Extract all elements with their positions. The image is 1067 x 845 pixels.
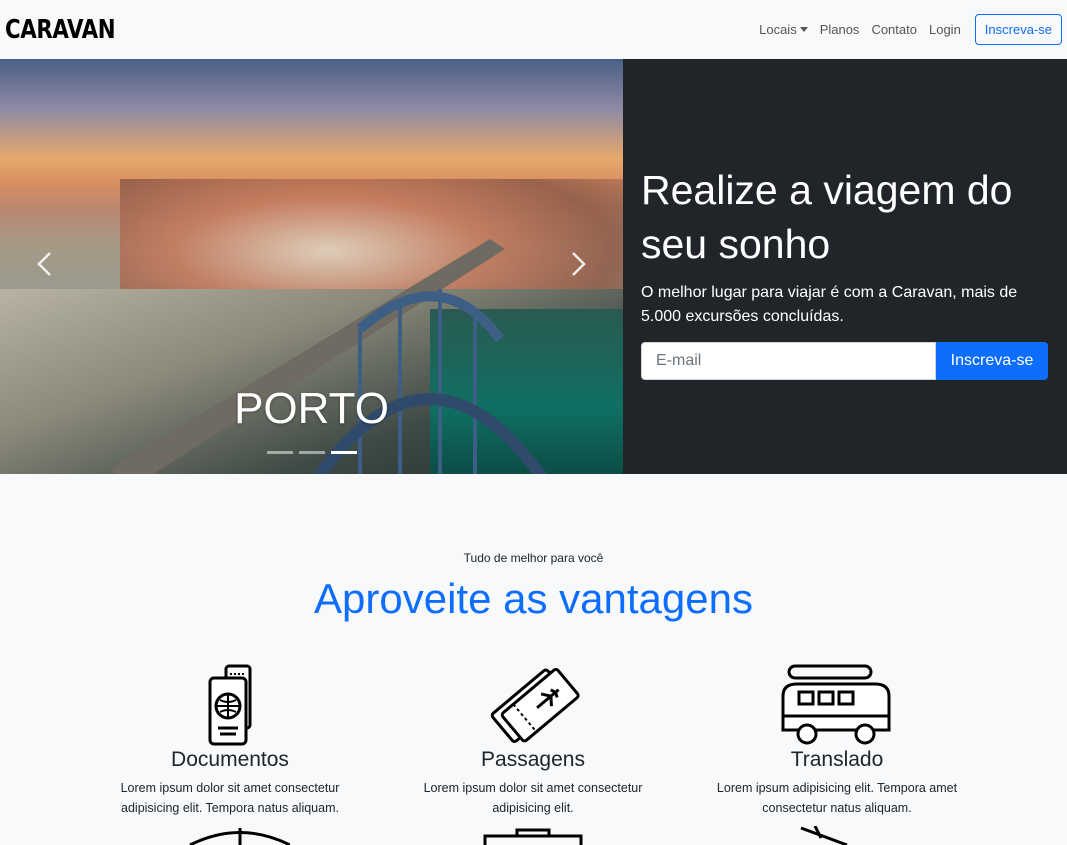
pin-icon (800, 826, 848, 845)
carousel-indicator[interactable] (298, 451, 325, 454)
carousel: PORTO (0, 59, 623, 474)
hero-title: Realize a viagem do seu sonho (641, 167, 1013, 267)
nav-links: Locais Planos Contato Login Inscreva-se (747, 14, 1062, 45)
features-section: Tudo de melhor para você Aproveite as va… (0, 474, 1067, 845)
feature-text: Lorem ipsum dolor sit amet consectetur a… (423, 781, 643, 815)
carousel-next-icon[interactable] (563, 249, 593, 279)
tickets-icon (490, 668, 580, 743)
carousel-indicator[interactable] (266, 451, 293, 454)
carousel-caption: PORTO (234, 384, 389, 433)
van-icon (781, 664, 891, 745)
feature-translado: Translado Lorem ipsum adipisicing elit. … (707, 664, 967, 818)
hero-text: O melhor lugar para viajar é com a Carav… (641, 284, 1018, 325)
nav-link-planos[interactable]: Planos (820, 22, 860, 37)
feature-passagens: Passagens Lorem ipsum dolor sit amet con… (403, 664, 663, 818)
carousel-indicator[interactable] (330, 451, 357, 454)
feature-title: Passagens (481, 748, 585, 771)
nav-signup-button[interactable]: Inscreva-se (974, 14, 1062, 45)
navbar: CARAVAN Locais Planos Contato Login Insc… (0, 0, 1067, 59)
nav-link-locais[interactable]: Locais (759, 22, 808, 37)
features-title: Aproveite as vantagens (314, 575, 753, 622)
feature-text: Lorem ipsum adipisicing elit. Tempora am… (716, 781, 958, 815)
carousel-image-bridge (110, 239, 547, 474)
hero: PORTO Realize a viagem do seu sonho O me… (0, 59, 1067, 474)
features-eyebrow: Tudo de melhor para você (463, 551, 604, 565)
nav-link-login[interactable]: Login (929, 22, 961, 37)
email-input[interactable] (641, 342, 936, 380)
carousel-prev-icon[interactable] (30, 249, 60, 279)
passport-icon (208, 664, 252, 746)
subscribe-button[interactable]: Inscreva-se (936, 342, 1048, 380)
feature-text: Lorem ipsum dolor sit amet consectetur a… (120, 781, 340, 815)
feature-title: Translado (790, 748, 884, 771)
subscribe-form: Inscreva-se (641, 342, 1048, 380)
suitcase-icon (483, 828, 583, 845)
umbrella-icon (189, 828, 290, 845)
feature-title: Documentos (171, 748, 289, 771)
feature-documentos: Documentos Lorem ipsum dolor sit amet co… (100, 664, 360, 818)
brand-logo[interactable]: CARAVAN (5, 15, 116, 45)
nav-link-contato[interactable]: Contato (871, 22, 917, 37)
hero-panel: Realize a viagem do seu sonho O melhor l… (623, 59, 1067, 474)
carousel-indicators (0, 451, 623, 454)
